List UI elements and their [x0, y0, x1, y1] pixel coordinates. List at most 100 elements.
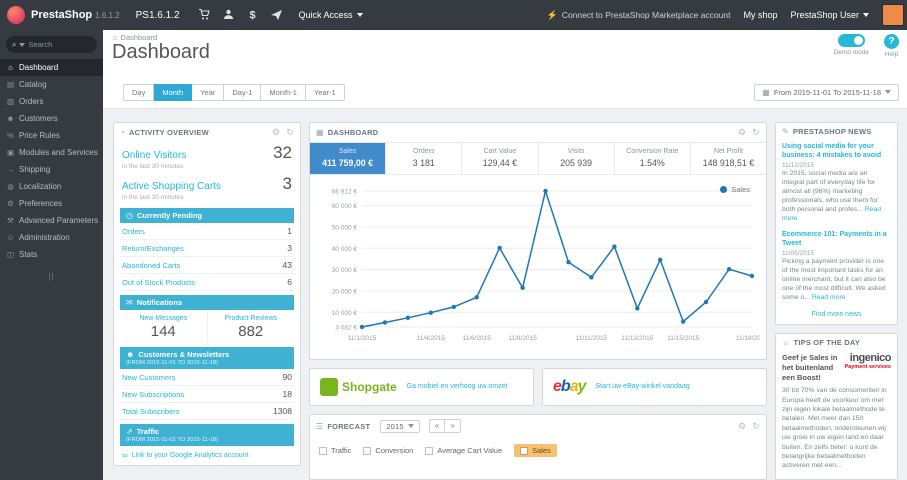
section-subtitle: (FROM 2015-11-01 TO 2015-11-18) — [126, 437, 219, 443]
forecast-legend-sales[interactable]: Sales — [514, 444, 557, 457]
ebay-link[interactable]: Start uw eBay-winkel vandaag — [596, 383, 690, 391]
chevron-down-icon — [407, 424, 414, 428]
quick-access-menu[interactable]: Quick Access — [299, 10, 363, 20]
news-article-title[interactable]: Ecommerce 101: Payments in a Tweet — [782, 230, 891, 248]
kpi-value: 3 181 — [412, 158, 435, 168]
chart-legend-sales[interactable]: Sales — [720, 185, 750, 194]
find-more-news-link[interactable]: Find more news — [776, 307, 897, 324]
customers-icon: ☻ — [6, 114, 15, 123]
activity-overview-panel: ◔ ACTIVITY OVERVIEW ⚙ ↻ Online Visitors … — [113, 122, 301, 466]
refresh-icon[interactable]: ↻ — [752, 127, 760, 138]
ingenico-logo[interactable]: ingenico Payment services — [844, 353, 892, 371]
stat-label: Total Subscribers — [122, 406, 180, 416]
cart-icon[interactable] — [198, 8, 211, 23]
gear-icon[interactable]: ⚙ — [738, 421, 746, 432]
range-month-1-button[interactable]: Month-1 — [261, 83, 306, 101]
pending-returns-row[interactable]: Return/Exchanges 3 — [120, 240, 294, 257]
kpi-sales[interactable]: Sales 411 759,00 € — [310, 143, 387, 174]
sidebar-item-price-rules[interactable]: % Price Rules — [0, 127, 103, 144]
sidebar-item-customers[interactable]: ☻ Customers — [0, 110, 103, 127]
new-subscriptions-row[interactable]: New Subscriptions 18 — [120, 386, 294, 403]
user-avatar[interactable] — [882, 4, 904, 26]
prev-year-button[interactable]: « — [430, 420, 446, 432]
refresh-icon[interactable]: ↻ — [286, 127, 294, 138]
total-subscribers-row[interactable]: Total Subscribers 1308 — [120, 403, 294, 420]
my-shop-link[interactable]: My shop — [743, 10, 777, 20]
header-tools: Demo mode ? Help — [834, 34, 899, 58]
rocket-icon[interactable] — [270, 8, 283, 23]
search-input[interactable] — [28, 40, 91, 49]
gear-icon[interactable]: ⚙ — [738, 127, 746, 138]
tips-body: Geef je Sales in het buitenland een Boos… — [776, 351, 897, 473]
shopgate-link[interactable]: Ga mobiel en verhoog uw omzet — [407, 383, 508, 391]
demo-mode-toggle[interactable] — [837, 34, 865, 47]
kpi-conversion-rate[interactable]: Conversion Rate 1.54% — [615, 143, 691, 174]
kpi-value: 205 939 — [560, 158, 592, 168]
page-title: Dashboard — [112, 41, 210, 63]
news-icon: ✎ — [782, 127, 789, 136]
topbar-right: ⚡ Connect to PrestaShop Marketplace acco… — [547, 4, 907, 26]
search-scope-caret-icon[interactable] — [19, 42, 26, 47]
online-visitors-row[interactable]: Online Visitors 32 — [114, 142, 300, 163]
range-year-1-button[interactable]: Year-1 — [305, 83, 345, 101]
google-analytics-link[interactable]: ∞ Link to your Google Analytics account — [114, 446, 300, 465]
range-day-1-button[interactable]: Day-1 — [224, 83, 262, 101]
next-year-button[interactable]: » — [445, 420, 460, 432]
sidebar-item-orders[interactable]: ▥ Orders — [0, 93, 103, 110]
news-article: Using social media for your business: 4 … — [776, 140, 897, 228]
kpi-orders[interactable]: Orders 3 181 — [386, 143, 463, 174]
forecast-legend-conversion[interactable]: Conversion — [363, 446, 413, 455]
user-menu[interactable]: PrestaShop User — [790, 10, 869, 20]
sidebar-item-localization[interactable]: ◍ Localization — [0, 178, 103, 195]
legend-label: Sales — [731, 185, 750, 194]
new-messages-cell[interactable]: New Messages 144 — [120, 312, 208, 343]
shop-name[interactable]: PS1.6.1.2 — [136, 10, 180, 21]
online-visitors-label: Online Visitors — [122, 150, 187, 161]
module-promos: Shopgate Ga mobiel en verhoog uw omzet e… — [309, 368, 767, 406]
active-carts-value: 3 — [282, 174, 292, 193]
customers-icon[interactable] — [222, 8, 235, 23]
sidebar-item-modules[interactable]: ▣ Modules and Services — [0, 144, 103, 161]
sidebar-item-advanced-parameters[interactable]: ⚒ Advanced Parameters — [0, 212, 103, 229]
prestashop-logo[interactable] — [7, 6, 25, 24]
kpi-visits[interactable]: Visits 205 939 — [539, 143, 615, 174]
section-title: Currently Pending — [136, 211, 202, 220]
sidebar-collapse-icon[interactable]: || — [0, 272, 103, 281]
range-month-button[interactable]: Month — [154, 83, 193, 101]
kpi-net-profit[interactable]: Net Profit 148 918,51 € — [691, 143, 766, 174]
abandoned-carts-row[interactable]: Abandoned Carts 43 — [120, 257, 294, 274]
forecast-year-select[interactable]: 2015 — [380, 419, 420, 433]
ingenico-tagline: Payment services — [844, 364, 891, 371]
panel-tools: ⚙ ↻ — [738, 127, 760, 138]
pending-orders-row[interactable]: Orders 1 — [120, 223, 294, 240]
sidebar-item-catalog[interactable]: ▤ Catalog — [0, 76, 103, 93]
user-menu-label: PrestaShop User — [790, 10, 859, 20]
sidebar-search[interactable]: ⌕ — [6, 36, 97, 53]
forecast-legend-traffic[interactable]: Traffic — [319, 446, 351, 455]
sidebar-item-administration[interactable]: ☺ Administration — [0, 229, 103, 246]
active-carts-row[interactable]: Active Shopping Carts 3 — [114, 173, 300, 194]
payments-icon[interactable]: $ — [246, 8, 259, 23]
refresh-icon[interactable]: ↻ — [752, 421, 760, 432]
date-range-picker[interactable]: ▦ From 2015-11-01 To 2015-11-18 — [754, 83, 899, 101]
tips-headline: Geef je Sales in het buitenland een Boos… — [782, 353, 838, 382]
svg-text:11/13/2015: 11/13/2015 — [621, 335, 653, 342]
product-reviews-cell[interactable]: Product Reviews 882 — [208, 312, 295, 343]
gear-icon[interactable]: ⚙ — [272, 127, 280, 138]
sidebar-item-dashboard[interactable]: ⌂ Dashboard — [0, 59, 103, 76]
kpi-cart-value[interactable]: Cart Value 129,44 € — [462, 143, 539, 174]
forecast-legend-cart-value[interactable]: Average Cart Value — [425, 446, 502, 455]
out-of-stock-row[interactable]: Out of Stock Products 6 — [120, 274, 294, 291]
sidebar-item-stats[interactable]: ◫ Stats — [0, 246, 103, 263]
kpi-value: 148 918,51 € — [702, 158, 755, 168]
read-more-link[interactable]: Read more — [812, 294, 846, 301]
news-article-title[interactable]: Using social media for your business: 4 … — [782, 142, 891, 160]
help-button[interactable]: ? — [884, 34, 899, 49]
marketplace-link[interactable]: ⚡ Connect to PrestaShop Marketplace acco… — [547, 10, 731, 21]
sidebar-item-preferences[interactable]: ⚙ Preferences — [0, 195, 103, 212]
new-customers-row[interactable]: New Customers 90 — [120, 369, 294, 386]
kpi-label: Visits — [567, 148, 585, 155]
sidebar-item-shipping[interactable]: → Shipping — [0, 161, 103, 178]
range-day-button[interactable]: Day — [123, 83, 155, 101]
range-year-button[interactable]: Year — [192, 83, 225, 101]
